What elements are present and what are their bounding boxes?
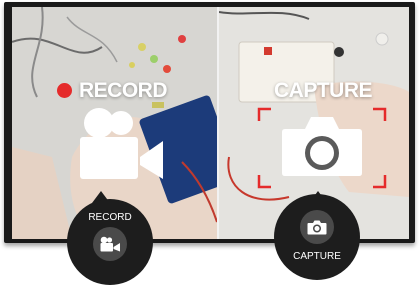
small-video-camera-icon: [100, 236, 120, 252]
capture-button[interactable]: CAPTURE: [274, 194, 360, 280]
video-camera-icon: [80, 108, 163, 179]
record-mode-label: RECORD: [79, 79, 168, 102]
small-camera-icon: [307, 220, 327, 235]
camera-icon: [282, 117, 362, 176]
capture-mode-label: CAPTURE: [274, 79, 373, 102]
capture-button-caption: CAPTURE: [293, 251, 341, 262]
capture-button-icon-circle: [300, 210, 334, 244]
record-button-caption: RECORD: [88, 212, 132, 223]
monitor-screen: RECORD CAPTURE: [4, 2, 415, 243]
record-button-icon-circle: [93, 227, 127, 261]
record-indicator-dot: [57, 83, 72, 98]
record-button[interactable]: RECORD: [67, 199, 153, 285]
